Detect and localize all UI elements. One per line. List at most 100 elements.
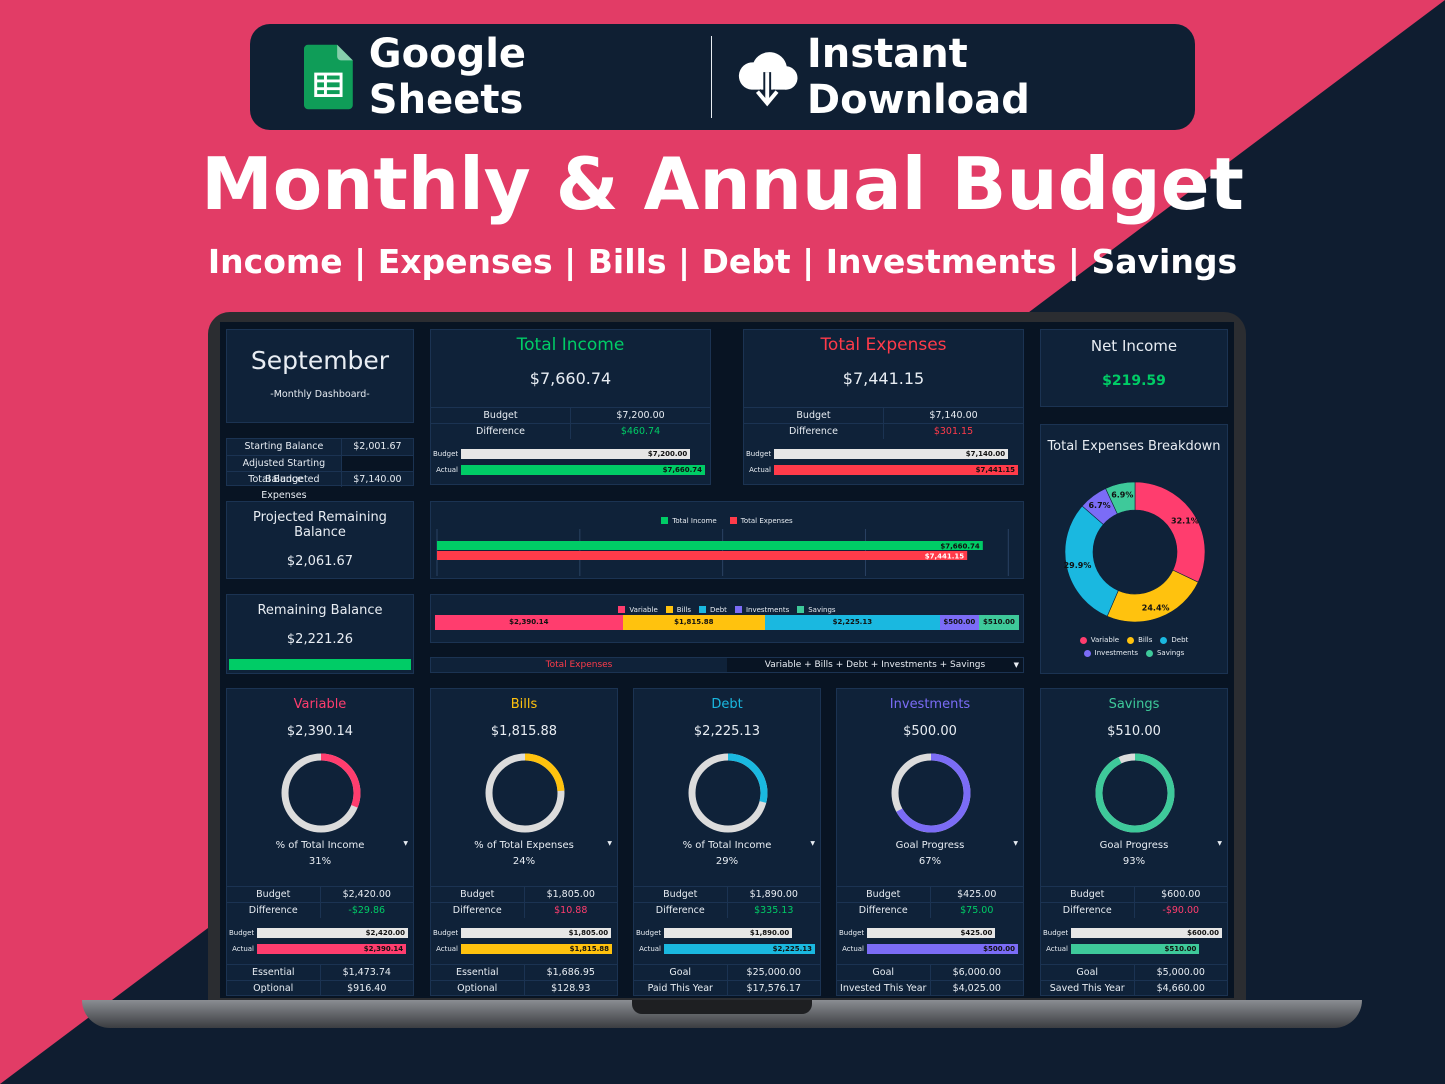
remaining-panel: Remaining Balance $2,221.26 [226,594,414,674]
legend-variable: Variable [618,606,658,614]
budget-bar: $7,140.00 [774,449,1009,459]
remaining-progress-fill [229,659,411,670]
progress-donut [891,753,971,833]
actual-bar-row: Actual $7,441.15 [746,464,1018,476]
budget-bar-row: Budget $7,140.00 [746,448,1009,460]
metric-value: 93% [1122,856,1146,867]
bills-card: Bills $1,815.88 % of Total Expenses ▼ 24%… [430,688,618,996]
metric-value: 24% [512,856,536,867]
page-subtitle: Income | Expenses | Bills | Debt | Inves… [207,242,1238,281]
selector-label: Total Expenses [545,660,613,670]
total-income-panel: Total Income $7,660.74 Budget $7,200.00 D… [430,329,711,485]
detail-row: Invested This Year $4,025.00 [837,980,1023,996]
metric-value: 31% [308,856,332,867]
difference-row: Difference $335.13 [634,902,820,918]
balance-value: $7,140.00 [340,472,413,487]
chevron-down-icon: ▼ [1013,661,1019,669]
legend-debt: Debt [699,606,727,614]
actual-bar-row: Actual $1,815.88 [433,943,612,955]
budget-bar-row: Budget $1,890.00 [636,927,793,939]
slice-label: 6.7% [1088,501,1110,510]
budget-bar-row: Budget $7,200.00 [433,448,691,460]
expenses-breakdown-panel: Total Expenses Breakdown 32.1% 24.4% 29.9%… [1040,424,1228,674]
detail-row: Essential $1,473.74 [227,964,413,980]
chevron-down-icon: ▼ [1013,840,1018,847]
stacked-segment-bills: $1,815.88 [622,615,766,630]
expenses-difference-row: Difference $301.15 [744,423,1023,439]
actual-bar-row: Actual $2,390.14 [229,943,407,955]
bar-label: $7,660.74 [940,543,980,551]
stacked-segment-variable: $2,390.14 [435,615,623,630]
budget-bar: $600.00 [1071,928,1222,938]
bar-label: $7,441.15 [925,553,965,561]
variable-card: Variable $2,390.14 % of Total Income ▼ 31… [226,688,414,996]
budget-bar: $1,805.00 [461,928,612,938]
metric-dropdown[interactable]: % of Total Income ▼ [634,840,820,851]
legend-savings: Savings [1145,648,1184,659]
income-vs-expenses-chart: Total Income Total Expenses $7,660.74 $7,… [430,501,1024,579]
bar-total-expenses [437,551,968,560]
stacked-segment-debt: $2,225.13 [765,615,940,630]
metric-dropdown[interactable]: Goal Progress ▼ [1041,840,1227,851]
budget-row: Budget $1,805.00 [431,886,617,902]
remaining-progress-bar [229,659,411,670]
detail-row: Saved This Year $4,660.00 [1041,980,1227,996]
actual-bar-row: Actual $500.00 [839,943,1018,955]
metric-dropdown[interactable]: % of Total Income ▼ [227,840,413,851]
slice-label: 29.9% [1064,561,1092,570]
bar-total-income [437,541,983,550]
metric-dropdown[interactable]: Goal Progress ▼ [837,840,1023,851]
budget-bar: $425.00 [867,928,996,938]
progress-donut [281,753,361,833]
detail-row: Goal $25,000.00 [634,964,820,980]
actual-bar: $500.00 [867,944,1018,954]
page-title: Monthly & Annual Budget [201,142,1244,226]
actual-bar: $2,225.13 [664,944,815,954]
net-income-title: Net Income [1090,337,1178,355]
legend-bills: Bills [665,606,691,614]
legend-savings: Savings [797,606,836,614]
detail-row: Optional $128.93 [431,980,617,996]
budget-bar-row: Budget $1,805.00 [433,927,612,939]
metric-dropdown[interactable]: % of Total Expenses ▼ [431,840,617,851]
difference-row: Difference $75.00 [837,902,1023,918]
expenses-budget-row: Budget $7,140.00 [744,407,1023,423]
adjusted-balance-input[interactable] [340,456,413,471]
balance-row: Starting Balance $2,001.67 [227,439,413,455]
instant-download-label: Instant Download [806,31,1030,123]
stacked-segment-savings: $510.00 [978,615,1019,630]
legend-variable: Variable [1079,635,1119,646]
budget-bar-row: Budget $600.00 [1043,927,1222,939]
chevron-down-icon: ▼ [607,840,612,847]
slice-variable [1134,481,1206,583]
month-name: September [250,346,390,375]
category-selector-dropdown[interactable]: Variable + Bills + Debt + Investments + … [727,658,1023,672]
card-amount: $1,815.88 [490,724,558,739]
slice-label: 24.4% [1142,603,1170,612]
card-amount: $2,225.13 [693,724,761,739]
chevron-down-icon: ▼ [1217,840,1222,847]
total-expenses-panel: Total Expenses $7,441.15 Budget $7,140.00… [743,329,1024,485]
debt-card: Debt $2,225.13 % of Total Income ▼ 29% Bu… [633,688,821,996]
difference-row: Difference $10.88 [431,902,617,918]
budget-row: Budget $425.00 [837,886,1023,902]
actual-bar: $7,441.15 [774,465,1018,475]
month-caption: -Monthly Dashboard- [270,389,370,400]
detail-row: Goal $5,000.00 [1041,964,1227,980]
slice-label: 32.1% [1171,517,1199,526]
detail-row: Goal $6,000.00 [837,964,1023,980]
card-title: Variable [293,697,347,712]
cloud-download-icon [739,52,798,110]
difference-row: Difference -$29.86 [227,902,413,918]
income-title: Total Income [516,335,625,355]
remaining-label: Remaining Balance [257,603,383,618]
slice-bills [1106,569,1199,623]
actual-bar-row: Actual $510.00 [1043,943,1200,955]
balance-label: Total Budgeted Expenses [248,474,320,501]
divider [710,36,713,118]
breakdown-title: Total Expenses Breakdown [1047,439,1221,454]
expenses-amount: $7,441.15 [842,369,925,388]
card-title: Debt [711,697,743,712]
stacked-segment-investments: $500.00 [939,615,979,630]
net-income-panel: Net Income $219.59 [1040,329,1228,407]
